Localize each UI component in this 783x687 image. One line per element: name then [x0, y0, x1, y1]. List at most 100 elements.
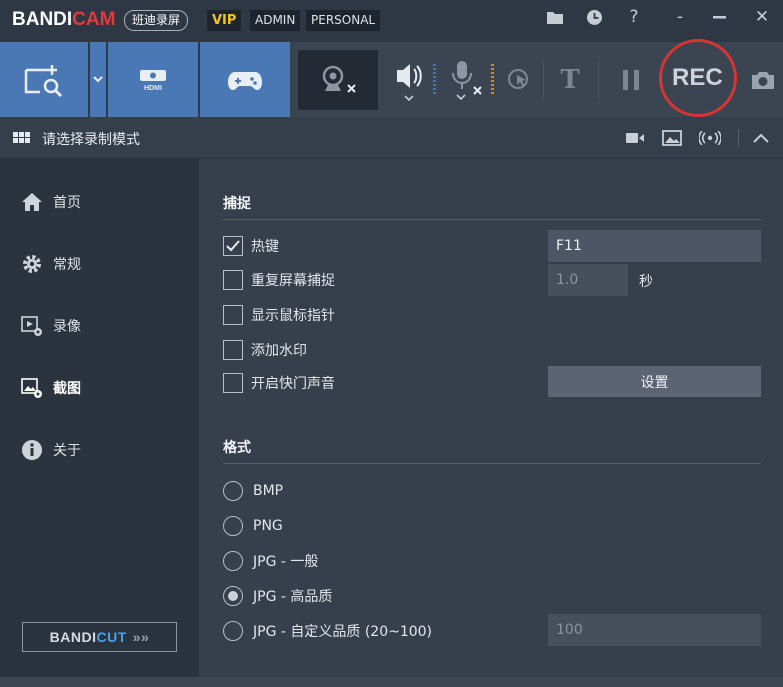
- settings-button[interactable]: 设置: [548, 366, 761, 397]
- format-radio-jpg-high[interactable]: [223, 586, 243, 606]
- speaker-level-meter: [433, 64, 436, 96]
- gear-icon: [21, 253, 43, 275]
- hotkey-input[interactable]: F11: [548, 230, 761, 262]
- screen-region-mode-button[interactable]: [0, 42, 88, 117]
- watermark-label: 添加水印: [251, 343, 307, 359]
- sidebar-item-home[interactable]: 首页: [0, 182, 199, 222]
- shutter-sound-checkbox[interactable]: [223, 373, 243, 393]
- repeat-capture-checkbox[interactable]: [223, 270, 243, 290]
- format-section-title: 格式: [223, 440, 251, 456]
- svg-text:HDMI: HDMI: [144, 85, 162, 92]
- radio-selected-dot: [228, 591, 238, 601]
- format-radio-jpg-normal[interactable]: [223, 551, 243, 571]
- format-option-label: JPG - 自定义品质 (20~100): [253, 624, 433, 640]
- sidebar-item-video[interactable]: 录像: [0, 306, 199, 346]
- app-logo: BANDICAM: [12, 9, 116, 30]
- cursor-effect-toggle[interactable]: [502, 52, 536, 108]
- show-cursor-checkbox[interactable]: [223, 305, 243, 325]
- maximize-button[interactable]: [706, 4, 732, 30]
- mode-bar-title: 请选择录制模式: [42, 132, 140, 148]
- custom-quality-input[interactable]: 100: [548, 614, 761, 646]
- image-settings-icon: [21, 377, 43, 399]
- screenshot-settings-panel: 捕捉 热键 F11 重复屏幕捕捉 1.0 秒 显示鼠标指针 添加水印 开启快门声…: [199, 159, 783, 677]
- cursor-click-icon: [508, 69, 528, 89]
- show-cursor-label: 显示鼠标指针: [251, 308, 335, 324]
- format-option-label: JPG - 高品质: [253, 589, 333, 605]
- close-button[interactable]: ✕: [749, 4, 775, 30]
- help-button[interactable]: ?: [621, 4, 647, 30]
- mode-dropdown-button[interactable]: [90, 42, 106, 117]
- chevron-down-icon: [93, 76, 103, 83]
- mode-bar: 请选择录制模式: [0, 117, 783, 159]
- game-mode-button[interactable]: [200, 42, 290, 117]
- speaker-icon: [397, 64, 422, 102]
- format-radio-png[interactable]: [223, 516, 243, 536]
- admin-badge: ADMIN: [250, 10, 301, 31]
- hotkey-label: 热键: [251, 239, 279, 255]
- webcam-toggle[interactable]: [298, 50, 378, 110]
- show-cursor-option[interactable]: 显示鼠标指针: [223, 304, 335, 326]
- format-option-jpg-high[interactable]: JPG - 高品质: [223, 585, 332, 607]
- sidebar-item-label: 常规: [53, 257, 81, 273]
- sidebar-item-about[interactable]: 关于: [0, 430, 199, 470]
- section-divider: [223, 463, 761, 464]
- video-settings-icon: [21, 315, 43, 337]
- sidebar-item-label: 截图: [53, 381, 81, 397]
- live-stream-button[interactable]: [699, 128, 721, 148]
- watermark-option[interactable]: 添加水印: [223, 339, 307, 361]
- format-radio-bmp[interactable]: [223, 481, 243, 501]
- repeat-interval-unit: 秒: [639, 274, 653, 290]
- text-overlay-button[interactable]: T: [555, 52, 585, 108]
- webcam-icon: [322, 65, 356, 93]
- screenshot-button[interactable]: [746, 52, 780, 108]
- sidebar-item-general[interactable]: 常规: [0, 244, 199, 284]
- info-icon: [21, 439, 43, 461]
- personal-badge: PERSONAL: [306, 10, 381, 31]
- home-icon: [21, 191, 43, 213]
- title-bar: BANDICAM 班迪录屏 VIP ADMIN PERSONAL ? - ✕: [0, 0, 783, 42]
- gamepad-icon: [228, 71, 262, 90]
- repeat-capture-option[interactable]: 重复屏幕捕捉: [223, 269, 335, 291]
- video-recordings-button[interactable]: [624, 128, 646, 148]
- format-radio-jpg-custom[interactable]: [223, 621, 243, 641]
- repeat-interval-input[interactable]: 1.0: [548, 264, 628, 296]
- format-option-label: JPG - 一般: [253, 554, 319, 570]
- format-option-label: PNG: [253, 518, 283, 534]
- bandicut-button[interactable]: BANDI CUT»»: [22, 622, 177, 652]
- microphone-toggle[interactable]: [444, 52, 490, 108]
- shutter-sound-label: 开启快门声音: [251, 376, 335, 392]
- speaker-toggle[interactable]: [388, 52, 428, 108]
- image-captures-button[interactable]: [661, 128, 683, 148]
- pause-button[interactable]: [616, 52, 646, 108]
- format-option-png[interactable]: PNG: [223, 515, 283, 537]
- format-option-jpg-custom[interactable]: JPG - 自定义品质 (20~100): [223, 620, 432, 642]
- hotkey-checkbox[interactable]: [223, 236, 243, 256]
- sidebar: 首页 常规 录像 截图 关于 BANDI CUT»»: [0, 159, 199, 687]
- app-logo-cn: 班迪录屏: [124, 10, 189, 31]
- toolbar-divider: [598, 62, 599, 98]
- shutter-sound-option[interactable]: 开启快门声音: [223, 372, 335, 394]
- sidebar-item-label: 关于: [53, 443, 81, 459]
- clock-icon[interactable]: [581, 4, 607, 30]
- format-option-label: BMP: [253, 483, 284, 499]
- screen-region-icon: [24, 64, 63, 97]
- grid-icon: [13, 132, 30, 144]
- bottom-strip: [0, 677, 783, 687]
- image-icon: [662, 130, 682, 146]
- format-option-bmp[interactable]: BMP: [223, 480, 283, 502]
- watermark-checkbox[interactable]: [223, 340, 243, 360]
- record-label: REC: [672, 64, 723, 91]
- broadcast-icon: [699, 131, 721, 145]
- collapse-button[interactable]: [750, 128, 772, 148]
- device-mode-button[interactable]: HDMI: [108, 42, 198, 117]
- mic-level-meter: [491, 64, 494, 96]
- minimize-button[interactable]: -: [667, 4, 693, 30]
- vip-badge: VIP: [207, 10, 242, 31]
- sidebar-item-label: 录像: [53, 319, 81, 335]
- toolbar-divider: [543, 62, 544, 98]
- folder-icon[interactable]: [542, 4, 568, 30]
- sidebar-item-screenshot[interactable]: 截图: [0, 368, 199, 408]
- format-option-jpg-normal[interactable]: JPG - 一般: [223, 550, 318, 572]
- hotkey-option[interactable]: 热键: [223, 235, 279, 257]
- capture-section-title: 捕捉: [223, 196, 251, 212]
